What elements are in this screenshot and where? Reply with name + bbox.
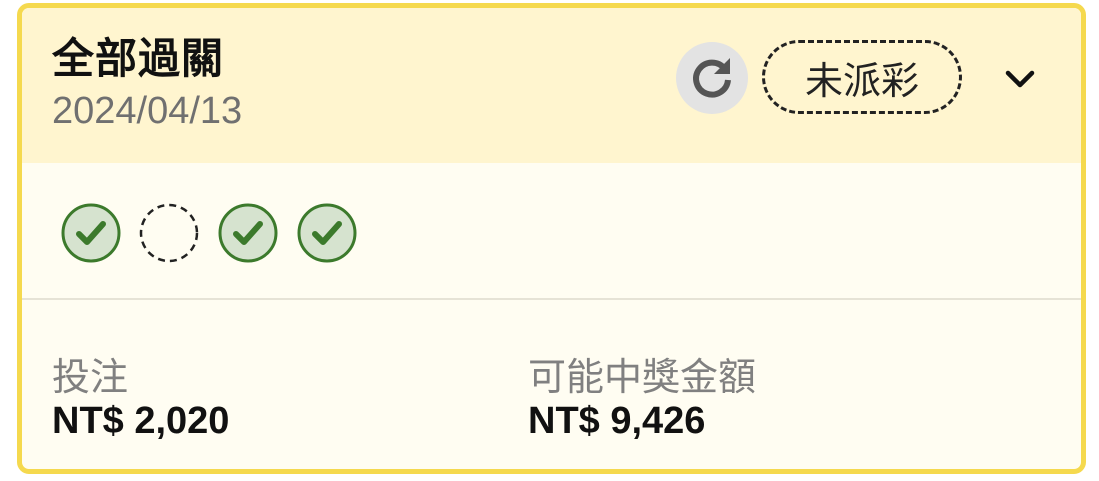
pending-circle-icon bbox=[139, 203, 199, 263]
bet-type-title: 全部過關 bbox=[52, 34, 225, 83]
status-badge: 未派彩 bbox=[762, 40, 962, 114]
leg-status-item bbox=[60, 202, 122, 264]
bet-card-header: 全部過關 2024/04/13 未派彩 bbox=[22, 8, 1081, 163]
leg-status-item bbox=[217, 202, 279, 264]
check-circle-icon bbox=[297, 203, 357, 263]
stake-value: NT$ 2,020 bbox=[52, 400, 230, 442]
potential-payout-value: NT$ 9,426 bbox=[528, 400, 706, 442]
expand-button[interactable] bbox=[998, 58, 1042, 102]
potential-payout-label: 可能中獎金額 bbox=[528, 355, 757, 399]
section-divider bbox=[22, 298, 1081, 300]
refresh-button[interactable] bbox=[676, 42, 748, 114]
check-circle-icon bbox=[61, 203, 121, 263]
chevron-down-icon bbox=[1005, 70, 1035, 88]
check-circle-icon bbox=[218, 203, 278, 263]
refresh-icon bbox=[693, 58, 731, 98]
leg-status-item bbox=[138, 202, 200, 264]
bet-card: 全部過關 2024/04/13 未派彩 投注 NT$ 2,020 可能中獎金額 … bbox=[17, 3, 1086, 474]
leg-status-item bbox=[296, 202, 358, 264]
stake-label: 投注 bbox=[52, 355, 129, 399]
bet-date: 2024/04/13 bbox=[52, 90, 243, 132]
